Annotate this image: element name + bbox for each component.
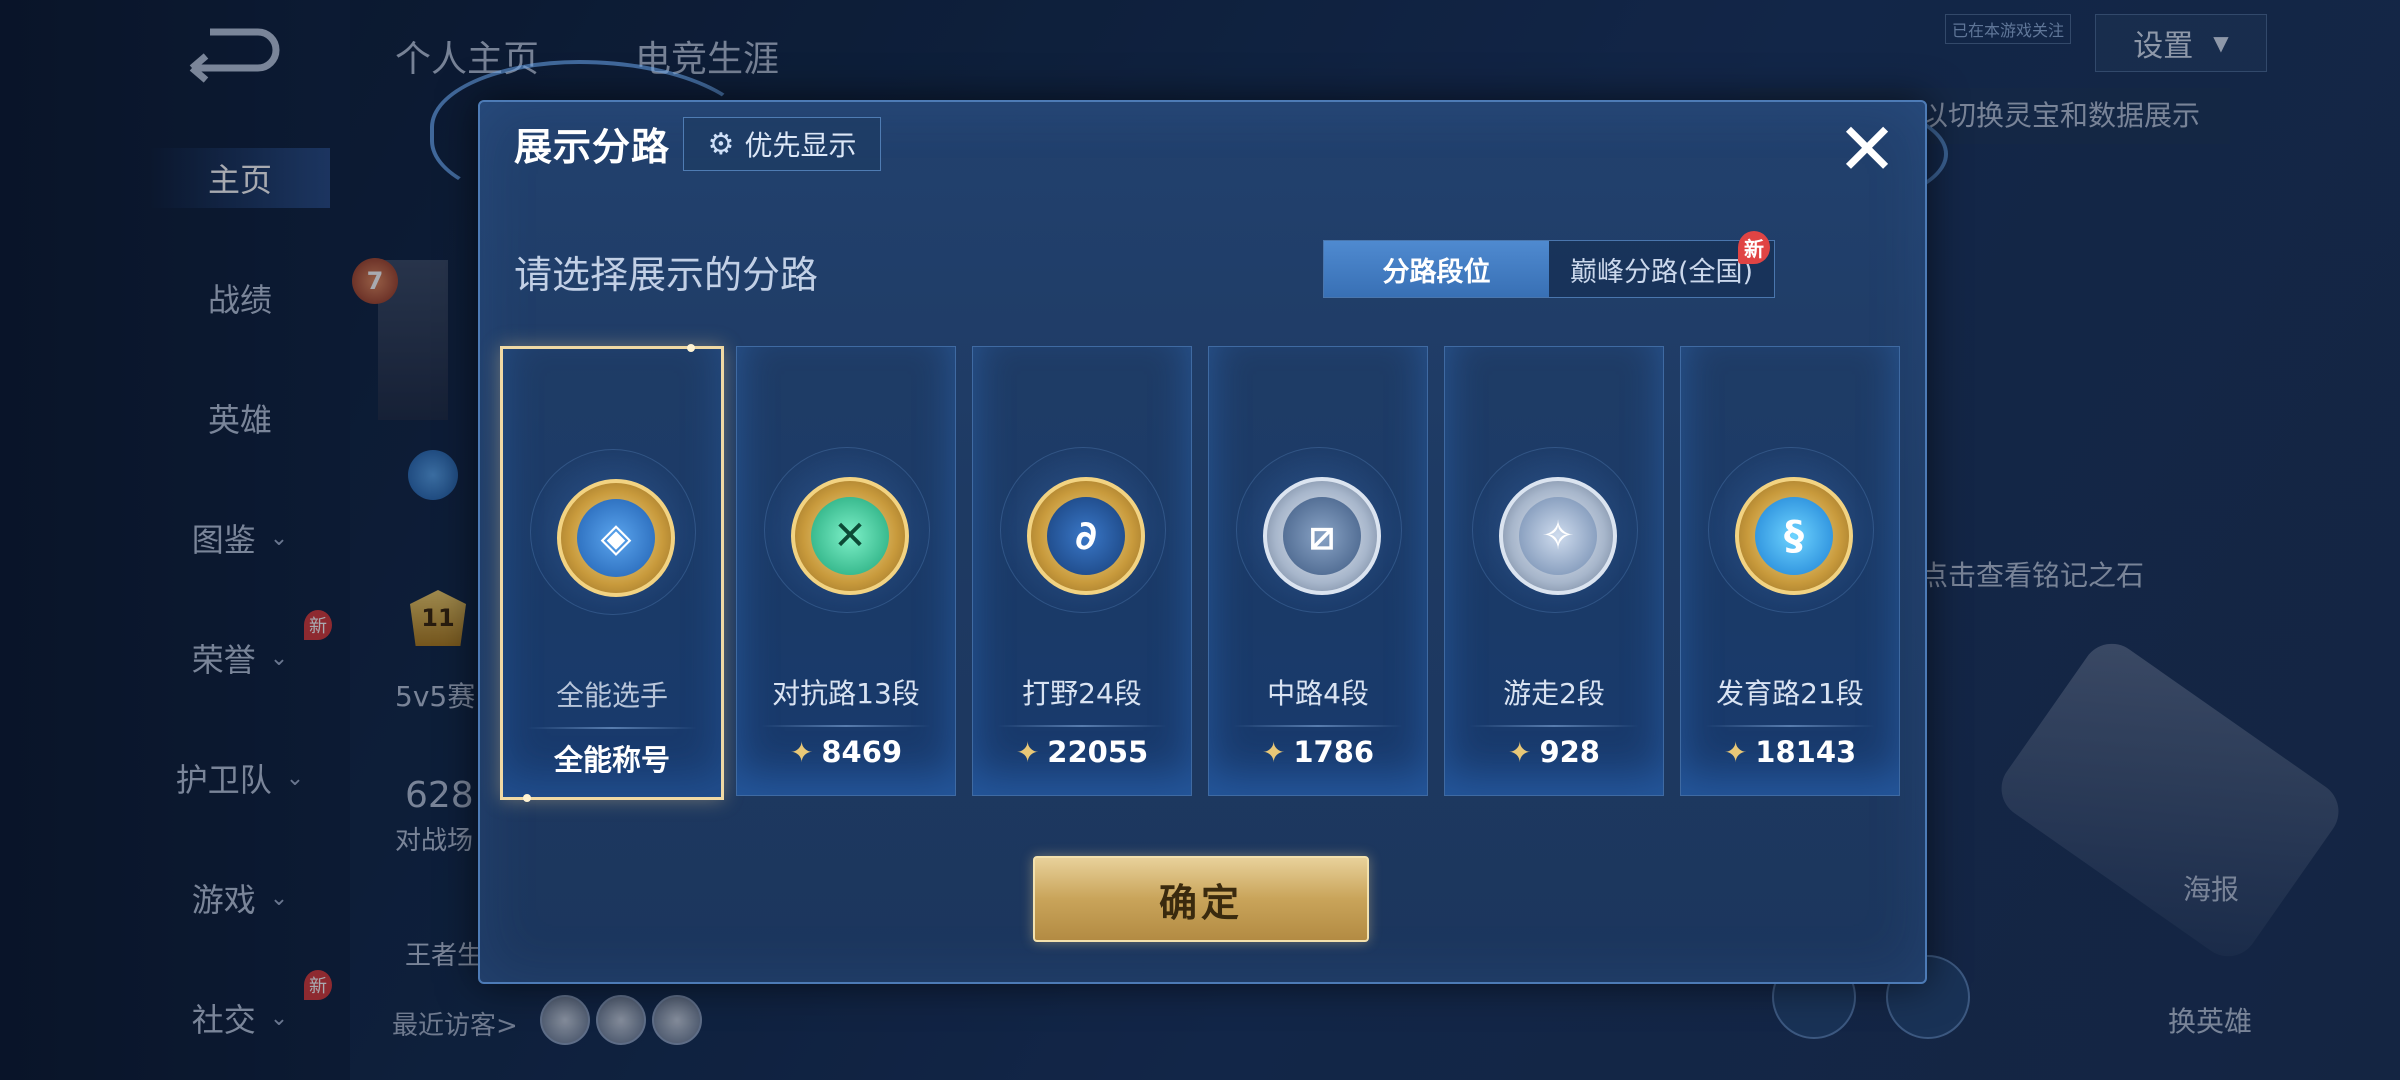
rank-badge-icon: ∂	[1027, 477, 1145, 595]
route-card-value: ✦ 8469	[737, 735, 955, 769]
close-icon: ✕	[1836, 107, 1898, 191]
route-display-dialog: 展示分路 ⚙ 优先显示 ✕ 请选择展示的分路 分路段位 巅峰分路(全国) 新 ◈…	[478, 100, 1927, 984]
route-card-label: 中路4段	[1267, 677, 1369, 710]
route-emblem-icon: ✧	[1519, 497, 1597, 575]
tab-route-rank[interactable]: 分路段位	[1324, 241, 1549, 297]
route-card[interactable]: § 发育路21段 ✦ 18143	[1680, 346, 1900, 796]
dialog-subtitle: 请选择展示的分路	[514, 253, 819, 297]
divider	[761, 725, 931, 727]
divider	[1233, 725, 1403, 727]
gear-icon: ⚙	[707, 126, 735, 162]
tab-label: 巅峰分路(全国)	[1569, 256, 1754, 288]
rank-badge-icon: ✧	[1499, 477, 1617, 595]
dialog-title: 展示分路	[514, 125, 671, 169]
route-card-label: 发育路21段	[1716, 677, 1864, 710]
new-badge: 新	[1738, 231, 1770, 264]
rank-badge-icon: ✕	[791, 477, 909, 595]
route-card-label: 对抗路13段	[772, 677, 920, 710]
confirm-label: 确定	[1158, 880, 1243, 925]
route-card-value-text: 8469	[821, 735, 903, 769]
route-card-value-text: 1786	[1293, 735, 1375, 769]
route-card[interactable]: ✧ 游走2段 ✦ 928	[1444, 346, 1664, 796]
route-card-value-text: 928	[1539, 735, 1600, 769]
route-card-value: ✦ 928	[1445, 735, 1663, 769]
route-card[interactable]: ✕ 对抗路13段 ✦ 8469	[736, 346, 956, 796]
confirm-button[interactable]: 确定	[1033, 856, 1369, 942]
route-card-value-text: 22055	[1047, 735, 1149, 769]
rank-badge-icon: §	[1735, 477, 1853, 595]
rank-points-icon: ✦	[1723, 735, 1748, 769]
route-card-value: ✦ 1786	[1209, 735, 1427, 769]
divider	[527, 727, 697, 729]
rank-badge-icon: ◈	[557, 479, 675, 597]
divider	[1469, 725, 1639, 727]
route-emblem-icon: ◈	[577, 499, 655, 577]
route-card-value: ✦ 18143	[1681, 735, 1899, 769]
route-card-label: 游走2段	[1503, 677, 1605, 710]
priority-display-button[interactable]: ⚙ 优先显示	[683, 117, 881, 171]
route-card[interactable]: ⧄ 中路4段 ✦ 1786	[1208, 346, 1428, 796]
rank-points-icon: ✦	[1015, 735, 1040, 769]
priority-display-label: 优先显示	[744, 129, 857, 162]
rank-points-icon: ✦	[1507, 735, 1532, 769]
route-emblem-icon: ∂	[1047, 497, 1125, 575]
selection-corner-dot	[687, 344, 695, 352]
selection-corner-dot	[523, 794, 531, 802]
divider	[997, 725, 1167, 727]
route-card[interactable]: ◈ 全能选手全能称号	[500, 344, 724, 802]
route-card[interactable]: ∂ 打野24段 ✦ 22055	[972, 346, 1192, 796]
route-card-value: ✦ 22055	[973, 735, 1191, 769]
route-card-value-text: 18143	[1755, 735, 1857, 769]
rank-badge-icon: ⧄	[1263, 477, 1381, 595]
tab-label: 分路段位	[1382, 256, 1491, 288]
route-mode-segment: 分路段位 巅峰分路(全国) 新	[1323, 231, 1775, 298]
tab-peak-route[interactable]: 巅峰分路(全国) 新	[1549, 231, 1774, 297]
rank-points-icon: ✦	[789, 735, 814, 769]
route-emblem-icon: §	[1755, 497, 1833, 575]
divider	[1705, 725, 1875, 727]
route-emblem-icon: ⧄	[1283, 497, 1361, 575]
route-card-label: 全能选手	[555, 679, 668, 712]
close-button[interactable]: ✕	[1832, 107, 1902, 191]
route-emblem-icon: ✕	[811, 497, 889, 575]
rank-points-icon: ✦	[1261, 735, 1286, 769]
route-card-value: 全能称号	[503, 737, 721, 779]
route-card-label: 打野24段	[1022, 677, 1142, 710]
route-card-value-text: 全能称号	[553, 743, 670, 777]
